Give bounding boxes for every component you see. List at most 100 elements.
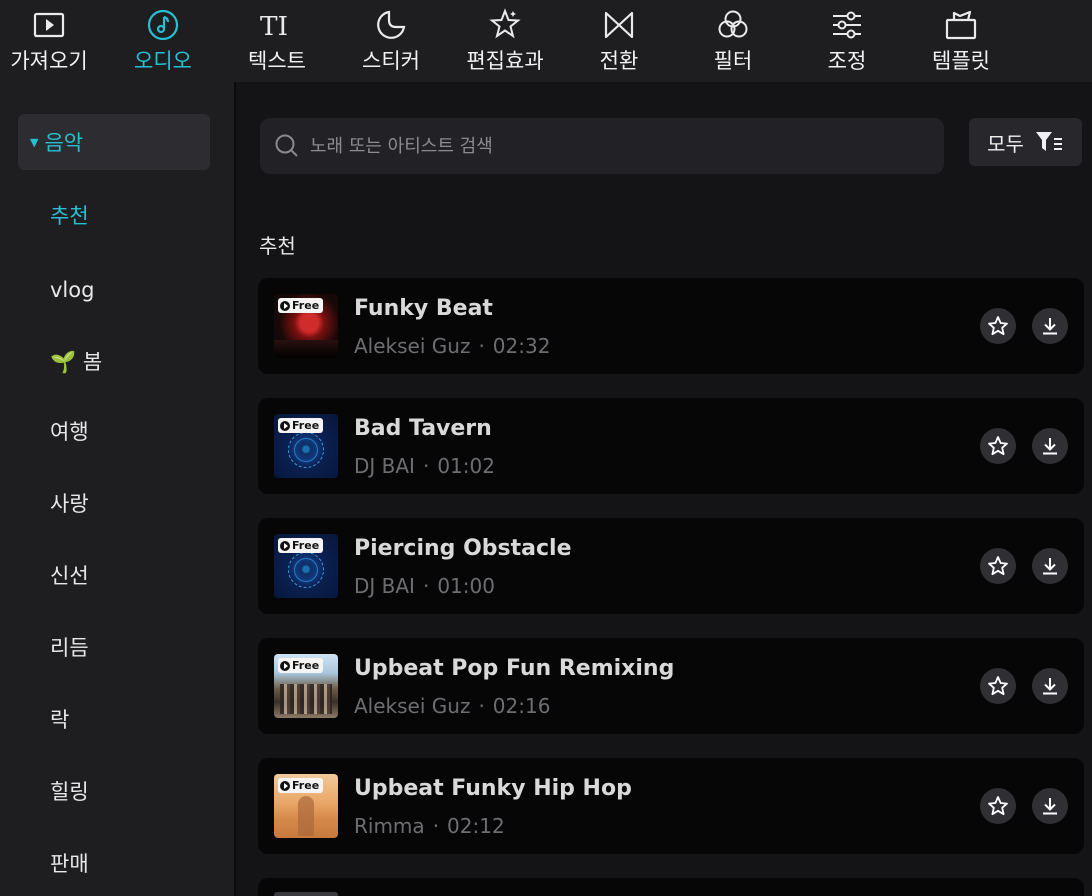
tab-audio-label: 오디오	[134, 49, 192, 73]
tab-transition[interactable]: 전환	[562, 0, 676, 82]
track-duration: 01:00	[437, 574, 495, 598]
track-artist: DJ BAI	[354, 574, 415, 598]
track-item[interactable]: Free Bad Tavern DJ BAI · 01:02	[258, 398, 1084, 494]
play-badge-icon	[280, 420, 290, 431]
search-input[interactable]	[310, 126, 944, 166]
free-badge: Free	[278, 418, 324, 433]
star-icon	[988, 796, 1008, 816]
filter-all-button[interactable]: 모두	[969, 118, 1082, 166]
sidebar-item-travel[interactable]: 여행	[50, 414, 89, 450]
download-icon	[1043, 678, 1057, 695]
track-cover: Free	[274, 294, 338, 358]
free-badge: Free	[278, 298, 324, 313]
sidebar-item-recommended[interactable]: 추천	[50, 198, 89, 234]
download-button[interactable]	[1032, 668, 1068, 704]
sidebar-item-vlog[interactable]: vlog	[50, 272, 94, 308]
favorite-button[interactable]	[980, 668, 1016, 704]
track-artist: Aleksei Guz	[354, 694, 471, 718]
search-icon	[275, 134, 298, 157]
download-button[interactable]	[1032, 428, 1068, 464]
track-item[interactable]: Free Upbeat Pop Fun Remixing Aleksei Guz…	[258, 638, 1084, 734]
sidebar-item-sales[interactable]: 판매	[50, 846, 89, 882]
download-icon	[1043, 798, 1057, 815]
panel-divider[interactable]	[234, 82, 236, 896]
favorite-button[interactable]	[980, 308, 1016, 344]
tab-filter-label: 필터	[713, 49, 753, 73]
tab-adjust[interactable]: 조정	[790, 0, 904, 82]
track-artist: DJ BAI	[354, 454, 415, 478]
search-bar	[260, 118, 944, 174]
download-icon	[1043, 438, 1057, 455]
adjust-sliders-icon	[828, 6, 866, 44]
tab-effects-label: 편집효과	[466, 49, 544, 73]
top-toolbar: 가져오기 오디오 TI 텍스트 스티커 편집효과 전환 필터 조정 템플릿	[0, 0, 1092, 82]
text-icon: TI	[258, 6, 296, 44]
tab-audio[interactable]: 오디오	[106, 0, 220, 82]
tab-filter[interactable]: 필터	[676, 0, 790, 82]
track-artist: Rimma	[354, 814, 425, 838]
track-artist: Aleksei Guz	[354, 334, 471, 358]
caret-down-icon: ▼	[30, 135, 39, 149]
play-badge-icon	[280, 660, 290, 671]
tab-import[interactable]: 가져오기	[0, 0, 106, 82]
media-import-icon	[30, 6, 68, 44]
play-badge-icon	[280, 540, 290, 551]
meta-separator: ·	[478, 694, 485, 718]
favorite-button[interactable]	[980, 548, 1016, 584]
download-icon	[1043, 558, 1057, 575]
track-duration: 02:32	[492, 334, 551, 358]
download-button[interactable]	[1032, 788, 1068, 824]
download-button[interactable]	[1032, 308, 1068, 344]
free-badge: Free	[278, 778, 324, 793]
star-icon	[988, 436, 1008, 456]
sidebar-item-healing[interactable]: 힐링	[50, 774, 89, 810]
track-title: Upbeat Funky Hip Hop	[354, 776, 632, 801]
track-meta: DJ BAI · 01:02	[354, 454, 495, 478]
tab-adjust-label: 조정	[827, 49, 867, 73]
download-button[interactable]	[1032, 548, 1068, 584]
music-note-icon	[144, 6, 182, 44]
category-music-header[interactable]: ▼ 음악	[18, 114, 210, 170]
star-icon	[988, 556, 1008, 576]
sidebar-item-fresh[interactable]: 신선	[50, 558, 89, 594]
track-item[interactable]: Free Funky Beat Aleksei Guz · 02:32	[258, 278, 1084, 374]
track-meta: DJ BAI · 01:00	[354, 574, 495, 598]
track-item-partial[interactable]	[258, 878, 1084, 896]
tab-transition-label: 전환	[599, 49, 639, 73]
svg-text:TI: TI	[260, 12, 288, 42]
sidebar-item-spring[interactable]: 🌱 봄	[50, 344, 102, 380]
tab-template[interactable]: 템플릿	[904, 0, 1018, 82]
track-title: Bad Tavern	[354, 416, 492, 441]
download-icon	[1043, 318, 1057, 335]
section-title-recommended: 추천	[259, 234, 296, 258]
sidebar-item-rhythm[interactable]: 리듬	[50, 630, 89, 666]
play-badge-icon	[280, 300, 290, 311]
tab-template-label: 템플릿	[932, 49, 990, 73]
effects-star-icon	[486, 6, 524, 44]
meta-separator: ·	[422, 574, 430, 598]
free-badge: Free	[278, 658, 324, 673]
track-item[interactable]: Free Upbeat Funky Hip Hop Rimma · 02:12	[258, 758, 1084, 854]
favorite-button[interactable]	[980, 788, 1016, 824]
free-badge: Free	[278, 538, 324, 553]
category-sidebar: ▼ 음악 추천 vlog 🌱 봄 여행 사랑 신선 리듬 락 힐링 판매	[0, 82, 234, 896]
track-cover: Free	[274, 654, 338, 718]
star-icon	[988, 676, 1008, 696]
transition-icon	[600, 6, 638, 44]
filter-circles-icon	[714, 6, 752, 44]
sidebar-item-rock[interactable]: 락	[50, 702, 69, 738]
favorite-button[interactable]	[980, 428, 1016, 464]
tab-sticker[interactable]: 스티커	[334, 0, 448, 82]
track-title: Funky Beat	[354, 296, 493, 321]
filter-funnel-icon	[1035, 132, 1062, 151]
track-meta: Rimma · 02:12	[354, 814, 505, 838]
tab-import-label: 가져오기	[10, 49, 88, 73]
tab-text[interactable]: TI 텍스트	[220, 0, 334, 82]
tab-effects[interactable]: 편집효과	[448, 0, 562, 82]
track-cover: Free	[274, 534, 338, 598]
tab-text-label: 텍스트	[248, 49, 306, 73]
template-icon	[942, 6, 980, 44]
sidebar-item-love[interactable]: 사랑	[50, 486, 89, 522]
track-item[interactable]: Free Piercing Obstacle DJ BAI · 01:00	[258, 518, 1084, 614]
filter-all-label: 모두	[987, 131, 1024, 156]
